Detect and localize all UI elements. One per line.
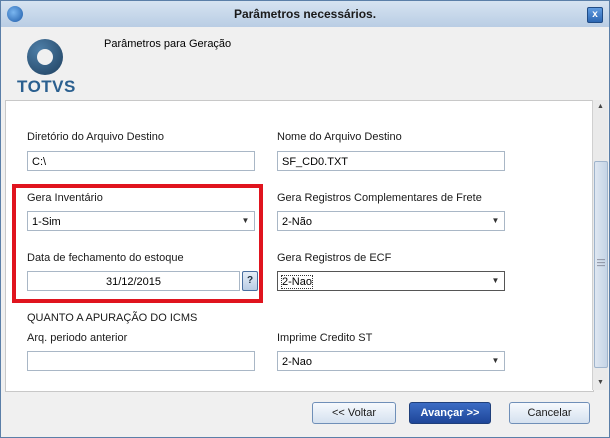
arq-periodo-label: Arq. periodo anterior	[27, 332, 128, 344]
grip-icon: ― ― ―	[597, 255, 605, 270]
chevron-down-icon[interactable]: ▼	[487, 352, 504, 370]
dialog-window: Parâmetros necessários. x TOTVS Parâmetr…	[0, 0, 610, 438]
dir-destino-label: Diretório do Arquivo Destino	[27, 131, 164, 143]
gera-frete-value: 2-Não	[282, 216, 312, 228]
logo-mark-icon	[27, 39, 63, 75]
gera-ecf-label: Gera Registros de ECF	[277, 252, 392, 264]
gera-ecf-select[interactable]: 2-Nao ▼	[277, 271, 505, 291]
vertical-scrollbar[interactable]: ▲ ― ― ― ▼	[592, 100, 608, 390]
dir-destino-input[interactable]: C:\	[27, 151, 255, 171]
arq-periodo-input[interactable]	[27, 351, 255, 371]
gera-ecf-value: 2-Nao	[281, 275, 313, 289]
gera-frete-label: Gera Registros Complementares de Frete	[277, 192, 482, 204]
chevron-down-icon[interactable]: ▼	[487, 272, 504, 290]
imprime-credito-value: 2-Nao	[282, 356, 312, 368]
scroll-thumb[interactable]: ― ― ―	[594, 161, 608, 368]
chevron-down-icon[interactable]: ▼	[487, 212, 504, 230]
icms-section-heading: QUANTO A APURAÇÃO DO ICMS	[27, 312, 198, 324]
nome-destino-label: Nome do Arquivo Destino	[277, 131, 402, 143]
header: TOTVS Parâmetros para Geração	[1, 27, 609, 101]
highlight-box	[12, 184, 263, 303]
title-bar[interactable]: Parâmetros necessários. x	[1, 1, 609, 27]
totvs-logo: TOTVS	[17, 39, 79, 97]
voltar-button[interactable]: << Voltar	[312, 402, 396, 424]
logo-text: TOTVS	[17, 77, 76, 96]
nome-destino-input[interactable]: SF_CD0.TXT	[277, 151, 505, 171]
imprime-credito-select[interactable]: 2-Nao ▼	[277, 351, 505, 371]
scroll-down-icon[interactable]: ▼	[593, 376, 608, 390]
cancelar-button[interactable]: Cancelar	[509, 402, 590, 424]
imprime-credito-label: Imprime Credito ST	[277, 332, 373, 344]
header-subtitle: Parâmetros para Geração	[104, 38, 232, 50]
window-title: Parâmetros necessários.	[233, 7, 377, 21]
avancar-button[interactable]: Avançar >>	[409, 402, 491, 424]
scroll-up-icon[interactable]: ▲	[593, 100, 608, 114]
gera-frete-select[interactable]: 2-Não ▼	[277, 211, 505, 231]
close-button[interactable]: x	[587, 7, 603, 23]
